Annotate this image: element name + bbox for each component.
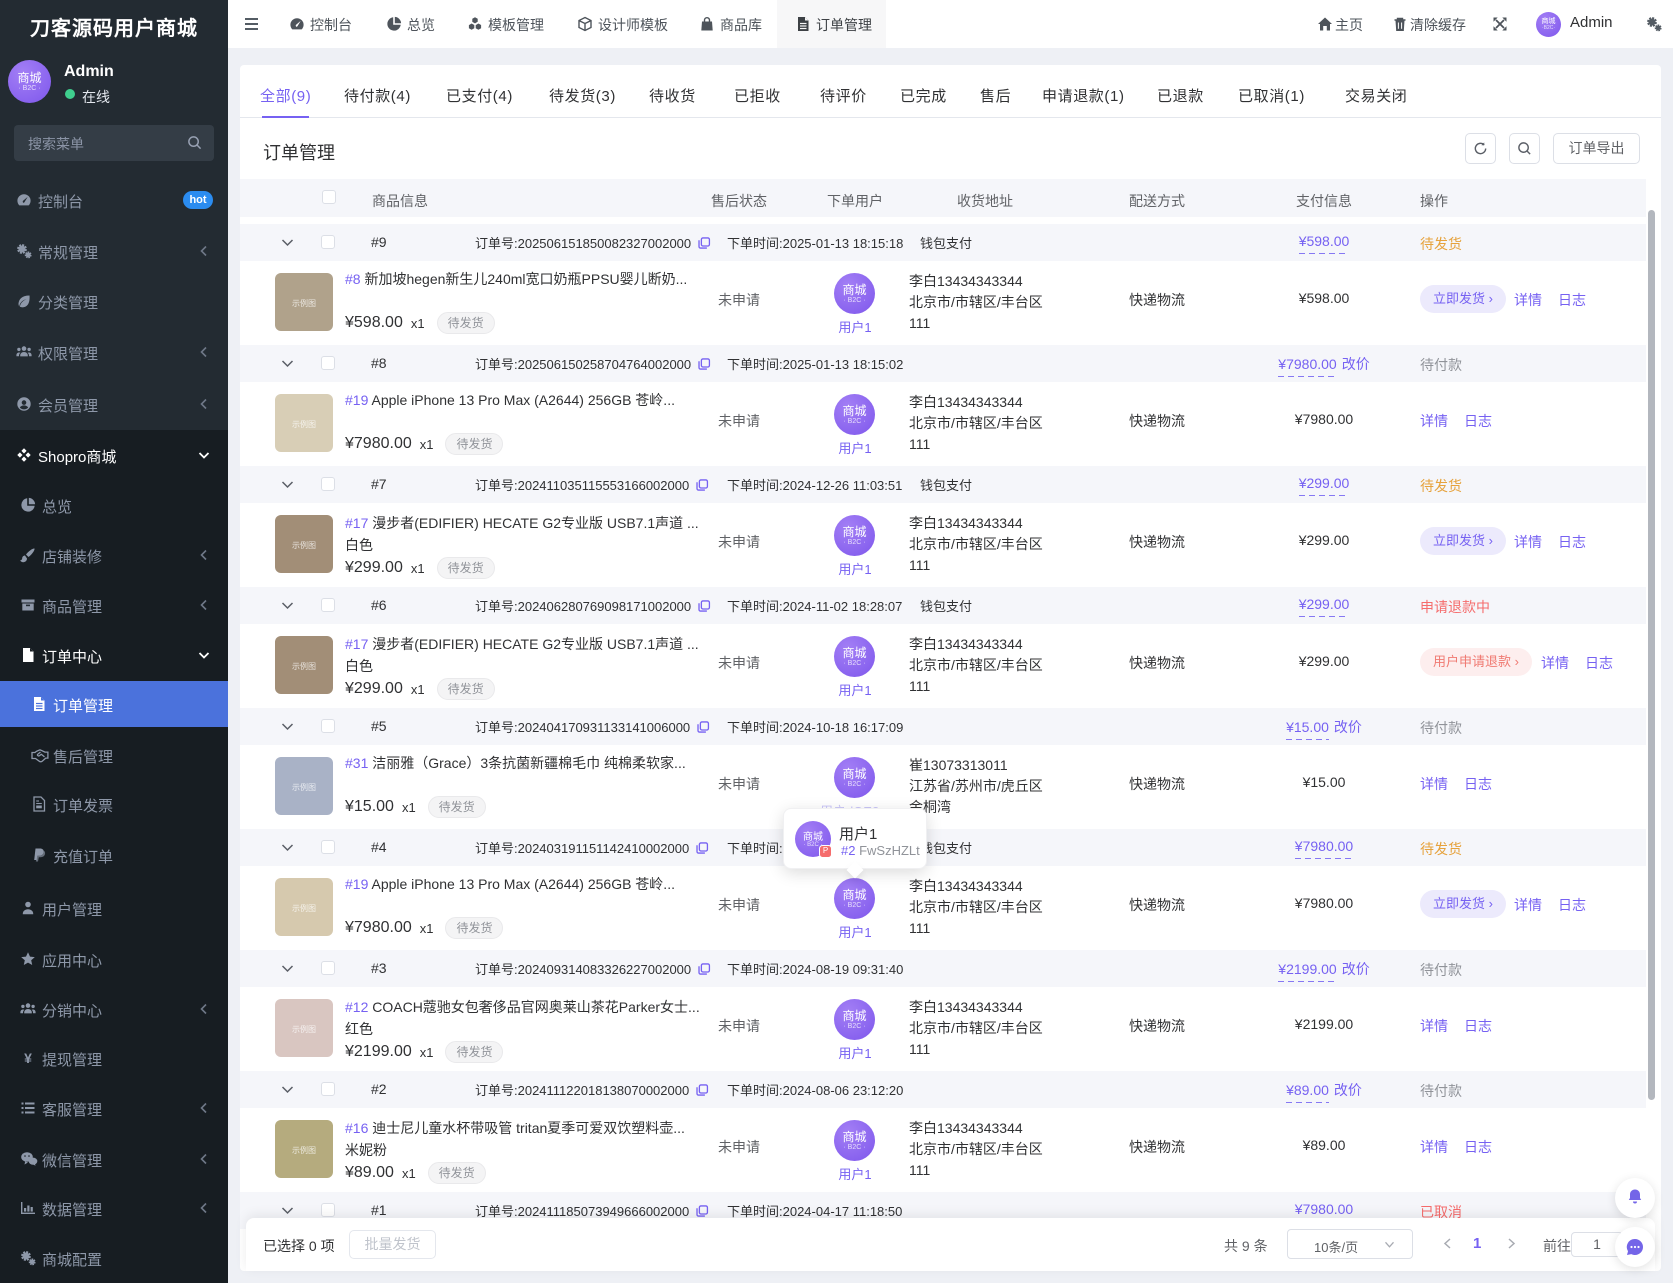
svg-text:¥: ¥ [24,1050,32,1066]
